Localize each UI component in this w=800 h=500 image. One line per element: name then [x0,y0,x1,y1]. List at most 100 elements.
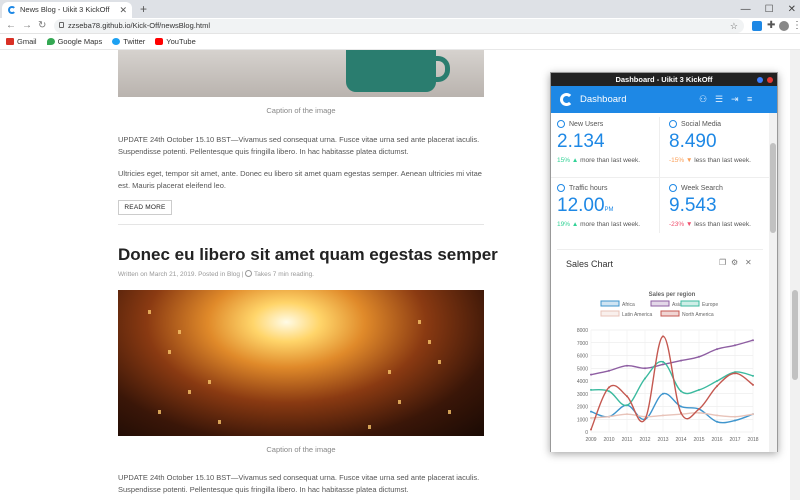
building-window-shape [188,390,191,394]
back-icon[interactable]: ← [6,18,16,34]
x-tick-label: 2014 [675,437,686,443]
dashboard-body: New Users 2.134 15% ▲ more than last wee… [551,113,769,452]
y-tick-label: 6000 [577,354,588,360]
url-field[interactable]: zzseba78.github.io/Kick-Off/newsBlog.htm… [54,19,744,33]
data-point-africa [680,405,682,408]
users-icon [557,120,565,128]
building-window-shape [418,320,421,324]
data-point-latin-america [752,413,754,416]
building-window-shape [218,420,221,424]
x-tick-label: 2010 [603,437,614,443]
legend-swatch-asia [650,300,670,307]
data-point-north-america [716,385,718,388]
stat-week-search: Week Search 9.543 -23% ▼ less than last … [669,184,751,228]
article1-image [118,50,484,97]
hamburger-menu-icon[interactable]: ≡ [747,94,752,104]
data-point-asia [698,355,700,358]
dashboard-header: Dashboard ⚇ ☰ ⇥ ≡ [551,86,777,113]
data-point-north-america [590,428,592,431]
article2-title[interactable]: Donec eu libero sit amet quam egestas se… [118,245,498,265]
extension-icon[interactable] [752,21,762,31]
article1-paragraph-1: UPDATE 24th October 15.10 BST—Vivamus se… [118,135,480,156]
legend-label-africa: Africa [622,302,635,308]
building-window-shape [168,350,171,354]
data-point-asia [716,348,718,351]
dashboard-window-titlebar[interactable]: Dashboard - Uikit 3 KickOff [551,73,777,86]
data-point-africa [590,410,592,413]
data-point-asia [680,359,682,362]
article2-paragraph-1: UPDATE 24th October 15.10 BST—Vivamus se… [118,473,480,494]
browser-tab[interactable]: News Blog - Uikit 3 KickOff ✕ [2,2,132,18]
image-caption-2: Caption of the image [266,445,336,454]
bookmark-google-maps[interactable]: Google Maps [46,34,102,49]
data-point-asia [590,373,592,376]
stat-new-users: New Users 2.134 15% ▲ more than last wee… [557,120,641,164]
data-point-latin-america [590,416,592,419]
x-tick-label: 2012 [639,437,650,443]
page-scrollbar[interactable] [790,50,800,500]
new-tab-button[interactable]: + [140,2,147,16]
tab-title: News Blog - Uikit 3 KickOff [20,5,110,14]
building-window-shape [178,330,181,334]
bookmark-gmail[interactable]: Gmail [6,34,37,49]
data-point-europe [716,380,718,382]
kickoff-favicon-icon [8,6,16,14]
clock-icon [245,270,253,277]
bookmark-star-icon[interactable]: ☆ [730,19,738,33]
data-point-north-america [734,372,736,375]
dashboard-header-title: Dashboard [580,94,627,105]
profile-avatar-icon[interactable] [779,21,789,31]
browser-tab-strip: News Blog - Uikit 3 KickOff ✕ + — ☐ ✕ [0,0,800,18]
sales-chart-card: Sales Chart ❐ ⚙ ✕ Sales per region Africa… [557,249,763,449]
data-point-north-america [698,408,700,411]
forward-icon[interactable]: → [22,18,32,34]
building-window-shape [368,425,371,429]
reload-icon[interactable]: ↻ [38,18,46,34]
data-point-europe [590,388,592,391]
gear-icon[interactable]: ⚙ [731,258,738,267]
legend-label-north-america: North America [682,312,714,318]
data-point-north-america [662,335,664,338]
data-point-north-america [644,418,646,421]
close-tab-icon[interactable]: ✕ [119,2,127,18]
dashboard-window-title: Dashboard - Uikit 3 KickOff [615,75,713,84]
building-window-shape [148,310,151,314]
close-icon[interactable]: ✕ [745,258,752,267]
maps-pin-icon [46,38,55,45]
bookmark-twitter[interactable]: Twitter [112,34,145,49]
window-close-dot-icon[interactable] [767,77,773,83]
building-window-shape [398,400,401,404]
address-bar-row: ← → ↻ zzseba78.github.io/Kick-Off/newsBl… [0,18,800,34]
sales-line-chart: Sales per region Africa Asia Europe Latin Am… [577,292,759,443]
url-text: zzseba78.github.io/Kick-Off/newsBlog.htm… [68,21,211,30]
close-window-icon[interactable]: ✕ [788,4,796,15]
y-tick-label: 3000 [577,392,588,398]
y-tick-label: 5000 [577,366,588,372]
menu-kebab-icon[interactable]: ⋮ [792,18,800,34]
data-point-asia [626,364,628,367]
read-more-button[interactable]: READ MORE [118,200,172,215]
settings-sliders-icon[interactable]: ☰ [715,94,723,105]
article2-image [118,290,484,436]
bookmark-youtube[interactable]: YouTube [155,34,196,49]
data-point-europe [626,404,628,407]
image-caption: Caption of the image [266,106,336,115]
legend-swatch-north-america [660,310,680,317]
chart-title: Sales per region [649,292,696,298]
sales-chart-card-title: Sales Chart [566,259,614,269]
copy-icon[interactable]: ❐ [719,258,726,267]
y-tick-label: 7000 [577,341,588,347]
scrollbar-thumb[interactable] [792,290,798,380]
dashboard-scrollbar[interactable] [769,113,777,452]
dashboard-scrollbar-thumb[interactable] [770,143,776,233]
data-point-latin-america [734,415,736,418]
x-tick-label: 2011 [622,437,633,443]
user-icon[interactable]: ⚇ [699,94,707,105]
minimize-icon[interactable]: — [741,4,751,15]
puzzle-extensions-icon[interactable]: ✚ [767,18,775,34]
window-blue-dot-icon[interactable] [757,77,763,83]
bookmarks-bar: Gmail Google Maps Twitter YouTube [0,34,800,50]
maximize-icon[interactable]: ☐ [765,4,774,15]
sign-out-icon[interactable]: ⇥ [731,94,739,105]
building-window-shape [208,380,211,384]
